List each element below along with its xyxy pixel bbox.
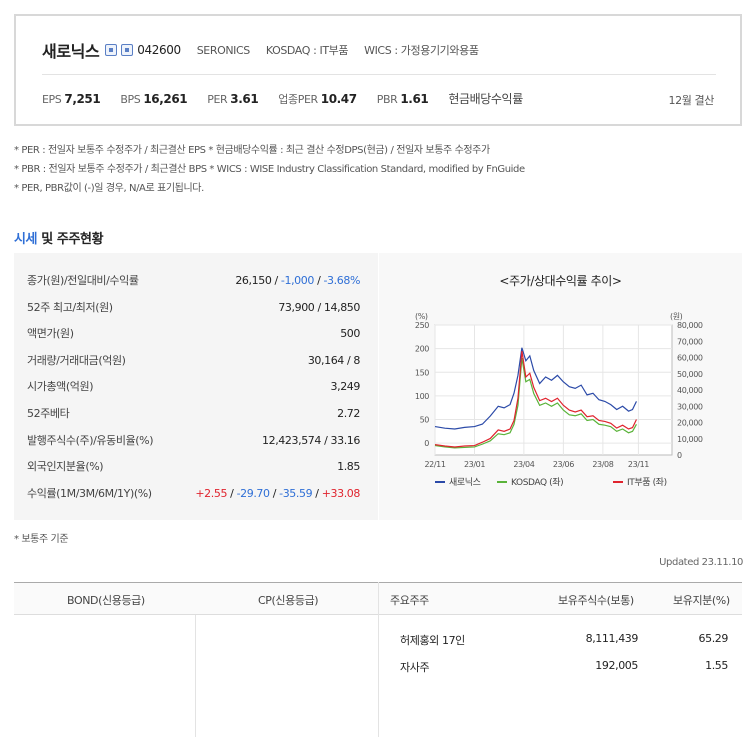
y-right-unit: (원)	[670, 312, 683, 321]
plot-area	[434, 324, 673, 456]
legend-label: IT부품 (좌)	[627, 477, 667, 488]
y-right-tick-label: 10,000	[677, 435, 703, 444]
note-line: * PER : 전일자 보통주 수정주가 / 최근결산 EPS * 현금배당수익…	[14, 145, 490, 156]
y-right-tick-label: 80,000	[677, 321, 703, 330]
header-holder: 주요주주	[390, 594, 429, 607]
x-tick-label: 23/08	[592, 460, 613, 469]
y-left-tick-label: 250	[415, 321, 429, 330]
holder-shares: 8,111,439	[585, 632, 639, 645]
holder-ratio: 1.55	[705, 659, 728, 672]
ratio-per: PER 3.61	[207, 92, 259, 106]
company-summary-box: 새로닉스 042600 SERONICS KOSDAQ : IT부품 WICS …	[14, 14, 742, 126]
price-chart: 0 50 100 150 200 250(%) 0 10,000 20,000 30,000 40,…	[415, 312, 703, 488]
ratio-bps: BPS 16,261	[120, 92, 188, 106]
price-row-volume: 거래량/거래대금(억원) 30,164 / 8	[27, 353, 360, 368]
english-name: SERONICS	[196, 43, 251, 57]
price-row-close: 종가(원)/전일대비/수익률 26,150 / -1,000 / -3.68%	[27, 273, 360, 288]
y-left-tick-label: 200	[415, 345, 429, 354]
stock-code: 042600	[137, 43, 181, 57]
definition-notes: * PER : 전일자 보통주 수정주가 / 최근결산 EPS * 현금배당수익…	[14, 141, 525, 198]
header-bond: BOND(신용등급)	[67, 594, 145, 607]
chart-panel: <주가/상대수익률 추이> 0 50 100 150 200 250 (%) 0 10,000 2…	[379, 253, 742, 520]
y-right-tick-label: 70,000	[677, 337, 703, 346]
updated-date: Updated 23.11.10	[659, 557, 743, 568]
divider	[42, 74, 716, 75]
y-left-tick-label: 100	[415, 392, 429, 401]
holder-shares: 192,005	[595, 659, 638, 672]
price-table: 종가(원)/전일대비/수익률 26,150 / -1,000 / -3.68% …	[14, 253, 378, 520]
home-icon[interactable]	[105, 44, 118, 56]
holder-name: 자사주	[400, 661, 430, 674]
y-right-tick-label: 60,000	[677, 354, 703, 363]
wics-sector: WICS : 가정용기기와용품	[364, 44, 479, 57]
legend-label: 새로닉스	[449, 477, 481, 488]
fiscal-month: 12월 결산	[668, 94, 715, 107]
header-shares: 보유주식수(보통)	[558, 594, 634, 607]
holder-ratio: 65.29	[698, 632, 729, 645]
price-row-returns: 수익률(1M/3M/6M/1Y)(%) +2.55 / -29.70 / -35…	[27, 486, 360, 501]
ratio-industry-per: 업종PER 10.47	[278, 92, 357, 106]
note-line: * PBR : 전일자 보통주 수정주가 / 최근결산 BPS * WICS :…	[14, 164, 525, 175]
price-row-shares: 발행주식수(주)/유동비율(%) 12,423,574 / 33.16	[27, 433, 360, 448]
x-tick-label: 23/11	[628, 460, 649, 469]
y-left-tick-label: 0	[424, 439, 429, 448]
header-ratio: 보유지분(%)	[673, 594, 730, 607]
ratio-eps: EPS 7,251	[42, 92, 101, 106]
price-row-par: 액면가(원) 500	[27, 326, 360, 341]
note-line: * PER, PBR값이 (-)일 경우, N/A로 표기됩니다.	[14, 183, 204, 194]
cash-dividend-label: 현금배당수익률	[448, 92, 523, 106]
y-right-tick-label: 40,000	[677, 386, 703, 395]
holder-name: 허제홍외 17인	[400, 634, 465, 647]
y-right-tick-label: 20,000	[677, 419, 703, 428]
x-tick-label: 22/11	[424, 460, 445, 469]
ratio-pbr: PBR 1.61	[376, 92, 429, 106]
section-title: 시세 및 주주현황	[14, 232, 104, 247]
y-left-tick-label: 50	[420, 416, 430, 425]
y-left-tick-label: 150	[415, 368, 429, 377]
price-row-52w: 52주 최고/최저(원) 73,900 / 14,850	[27, 300, 360, 315]
report-icon[interactable]	[121, 44, 134, 56]
x-tick-label: 23/06	[553, 460, 574, 469]
header-cp: CP(신용등급)	[258, 594, 319, 607]
x-tick-label: 23/01	[464, 460, 485, 469]
company-header: 새로닉스 042600 SERONICS KOSDAQ : IT부품 WICS …	[42, 38, 479, 62]
market-sector: KOSDAQ : IT부품	[265, 44, 349, 57]
y-right-tick-label: 0	[677, 451, 682, 460]
x-tick-label: 23/04	[513, 460, 534, 469]
company-name: 새로닉스	[42, 42, 100, 61]
divider	[195, 615, 196, 737]
legend-label: KOSDAQ (좌)	[511, 477, 563, 488]
ratio-row: EPS 7,251 BPS 16,261 PER 3.61 업종PER 10.47 PB…	[42, 90, 523, 107]
price-row-mktcap: 시가총액(억원) 3,249	[27, 379, 360, 394]
shareholder-table: BOND(신용등급) CP(신용등급) 주요주주 보유주식수(보통) 보유지분(…	[14, 582, 742, 737]
divider	[378, 582, 379, 737]
price-row-foreign: 외국인지분율(%) 1.85	[27, 459, 360, 474]
y-left-unit: (%)	[415, 312, 428, 321]
price-row-beta: 52주베타 2.72	[27, 406, 360, 421]
y-right-tick-label: 50,000	[677, 370, 703, 379]
basis-note: * 보통주 기준	[14, 534, 69, 545]
y-right-tick-label: 30,000	[677, 402, 703, 411]
